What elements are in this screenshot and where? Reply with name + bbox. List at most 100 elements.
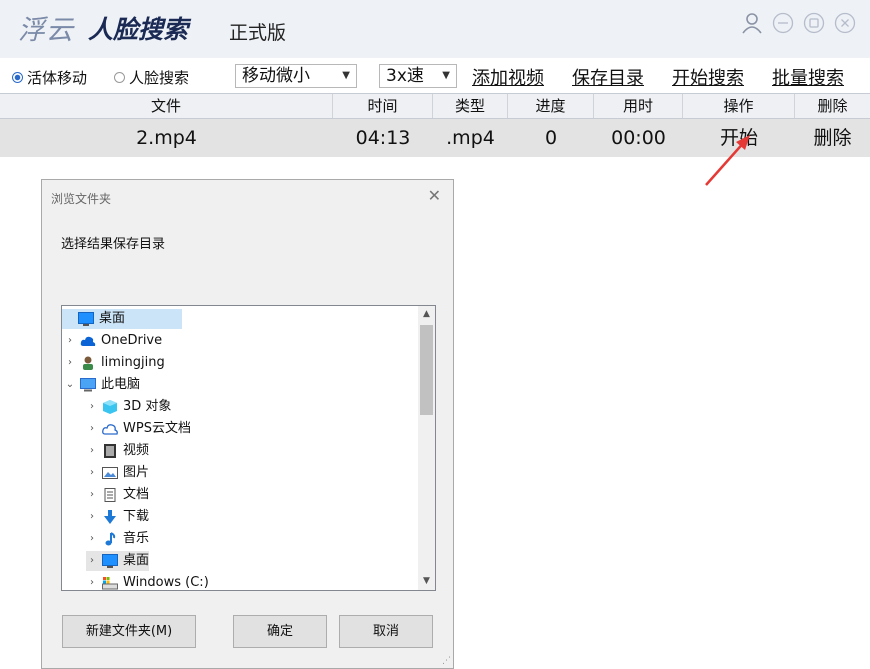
- tree-node[interactable]: › 图片: [86, 463, 149, 483]
- tree-node[interactable]: 桌面: [62, 309, 182, 329]
- tree-node[interactable]: › WPS云文档: [86, 419, 191, 439]
- cell-type: .mp4: [446, 127, 495, 149]
- radio-label: 活体移动: [27, 69, 88, 87]
- chevron-right-icon[interactable]: ›: [86, 551, 98, 571]
- dialog-close-icon[interactable]: ✕: [428, 186, 441, 205]
- close-icon[interactable]: [834, 12, 856, 34]
- tree-node[interactable]: › 下载: [86, 507, 149, 527]
- add-video-button[interactable]: 添加视频: [472, 64, 544, 90]
- annotation-arrow-icon: [705, 135, 750, 186]
- download-icon: [102, 510, 118, 524]
- drive-icon: [102, 576, 118, 590]
- speed-value: 3x速: [386, 66, 424, 86]
- chevron-right-icon[interactable]: ›: [86, 507, 98, 527]
- desktop-icon: [78, 312, 94, 326]
- cancel-button[interactable]: 取消: [339, 615, 433, 648]
- chevron-right-icon[interactable]: ›: [64, 353, 76, 373]
- cloud-icon: [80, 334, 96, 348]
- table-header: 文件 时间 类型 进度 用时 操作 删除: [0, 93, 870, 119]
- tree-node-label: 图片: [123, 465, 150, 480]
- speed-select[interactable]: 3x速 ▼: [379, 64, 457, 88]
- cube-icon: [102, 400, 118, 414]
- dialog-description: 选择结果保存目录: [61, 237, 166, 252]
- document-icon: [102, 488, 118, 502]
- chevron-right-icon[interactable]: ›: [86, 397, 98, 417]
- chevron-right-icon[interactable]: ›: [86, 419, 98, 439]
- column-header-type[interactable]: 类型: [433, 94, 508, 118]
- ok-button[interactable]: 确定: [233, 615, 327, 648]
- scroll-thumb[interactable]: [420, 325, 433, 415]
- resize-grip-icon[interactable]: ⋰: [442, 656, 451, 666]
- computer-icon: [80, 378, 96, 392]
- batch-search-button[interactable]: 批量搜索: [772, 64, 844, 90]
- tree-node-label: 音乐: [123, 531, 150, 546]
- tree-node-label: OneDrive: [101, 333, 163, 348]
- tree-node[interactable]: › OneDrive: [64, 331, 162, 351]
- tree-node[interactable]: › Windows (C:): [86, 573, 209, 590]
- dialog-title: 浏览文件夹: [51, 192, 112, 206]
- picture-icon: [102, 466, 118, 480]
- chevron-down-icon: ▼: [442, 70, 450, 81]
- tree-node[interactable]: › 视频: [86, 441, 149, 461]
- chevron-right-icon[interactable]: ›: [86, 485, 98, 505]
- tree-node-label: 此电脑: [101, 377, 141, 392]
- save-dir-button[interactable]: 保存目录: [572, 64, 644, 90]
- tree-node[interactable]: › limingjing: [64, 353, 165, 373]
- new-folder-button[interactable]: 新建文件夹(M): [62, 615, 196, 648]
- column-header-elapsed[interactable]: 用时: [594, 94, 683, 118]
- brand-light: 浮云: [18, 15, 74, 46]
- tree-node-label: 文档: [123, 487, 150, 502]
- tree-node[interactable]: ⌄ 此电脑: [64, 375, 140, 395]
- tree-node[interactable]: › 文档: [86, 485, 149, 505]
- delete-button[interactable]: 删除: [795, 119, 870, 157]
- tree-node[interactable]: › 桌面: [86, 551, 150, 571]
- user-icon: [80, 356, 96, 370]
- tree-node-label: WPS云文档: [123, 421, 191, 436]
- sensitivity-value: 移动微小: [242, 66, 310, 86]
- tree-node[interactable]: › 音乐: [86, 529, 149, 549]
- tree-node-label: Windows (C:): [123, 575, 209, 590]
- sensitivity-select[interactable]: 移动微小 ▼: [235, 64, 357, 88]
- tree-node[interactable]: › 3D 对象: [86, 397, 171, 417]
- wps-cloud-icon: [102, 422, 118, 436]
- browse-folder-dialog: 浏览文件夹 ✕ 选择结果保存目录 桌面 › OneDrive › limingjing ⌄…: [41, 179, 454, 669]
- music-icon: [102, 532, 118, 546]
- column-header-delete[interactable]: 删除: [795, 94, 870, 118]
- toolbar: 活体移动 人脸搜索 移动微小 ▼ 3x速 ▼ 添加视频 保存目录 开始搜索 批量…: [0, 60, 870, 92]
- chevron-right-icon[interactable]: ›: [86, 573, 98, 590]
- desktop-icon: [102, 554, 118, 568]
- radio-label: 人脸搜索: [129, 69, 190, 87]
- scroll-down-icon[interactable]: ▼: [418, 573, 435, 590]
- chevron-down-icon: ▼: [342, 70, 350, 81]
- chevron-right-icon[interactable]: ›: [86, 463, 98, 483]
- tree-scrollbar[interactable]: ▲ ▼: [418, 306, 435, 590]
- tree-node-label: 桌面: [123, 553, 150, 568]
- radio-dot-icon: [114, 72, 125, 83]
- radio-dot-icon: [12, 72, 23, 83]
- scroll-up-icon[interactable]: ▲: [418, 306, 435, 323]
- radio-face-search[interactable]: 人脸搜索: [114, 67, 189, 88]
- chevron-right-icon[interactable]: ›: [64, 331, 76, 351]
- chevron-right-icon[interactable]: ›: [86, 441, 98, 461]
- restore-icon[interactable]: [803, 12, 825, 34]
- window-controls: [741, 12, 856, 34]
- column-header-time[interactable]: 时间: [333, 94, 433, 118]
- video-icon: [102, 444, 118, 458]
- radio-live-motion[interactable]: 活体移动: [12, 67, 87, 88]
- chevron-down-icon[interactable]: ⌄: [64, 375, 76, 395]
- cell-elapsed: 00:00: [611, 127, 666, 149]
- column-header-file[interactable]: 文件: [0, 94, 333, 118]
- column-header-action[interactable]: 操作: [683, 94, 795, 118]
- column-header-progress[interactable]: 进度: [508, 94, 594, 118]
- edition-label: 正式版: [229, 22, 287, 44]
- cell-progress: 0: [544, 127, 558, 149]
- tree-node-label: 3D 对象: [123, 399, 172, 414]
- tree-node-label: 视频: [123, 443, 150, 458]
- minimize-icon[interactable]: [772, 12, 794, 34]
- tree-node-label: 桌面: [99, 311, 126, 326]
- folder-tree: 桌面 › OneDrive › limingjing ⌄ 此电脑 › 3D 对象 › WPS云文档 ›…: [61, 305, 436, 591]
- start-search-button[interactable]: 开始搜索: [672, 64, 744, 90]
- chevron-right-icon[interactable]: ›: [86, 529, 98, 549]
- tree-node-label: 下载: [123, 509, 150, 524]
- user-icon[interactable]: [741, 12, 763, 34]
